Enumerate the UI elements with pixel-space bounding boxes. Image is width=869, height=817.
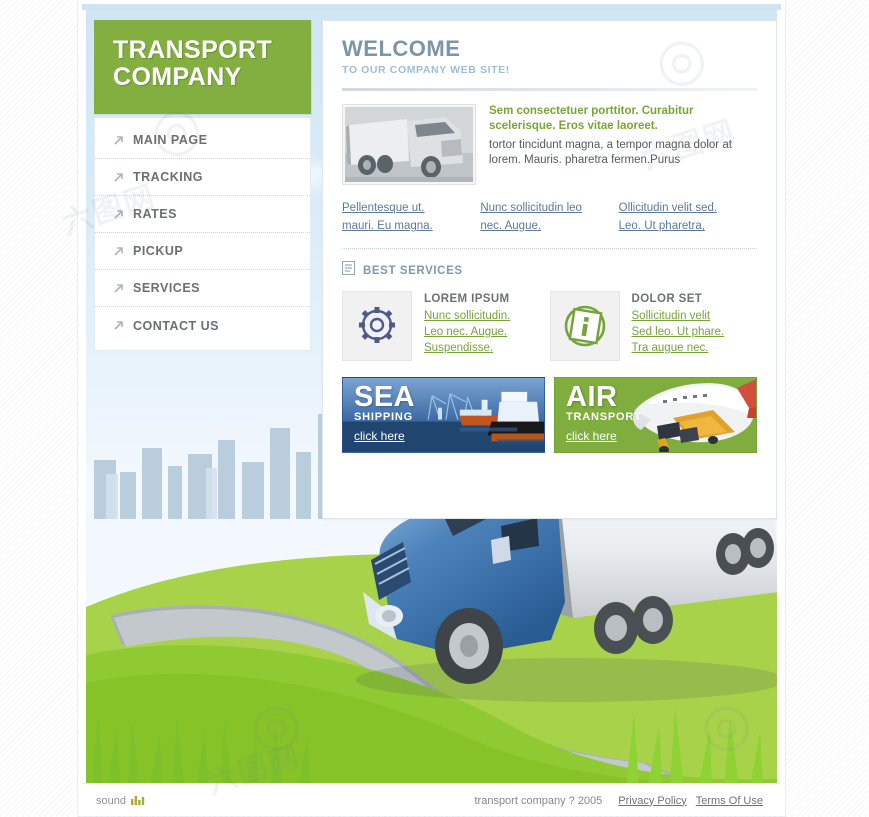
sidebar-item-contact-us[interactable]: CONTACT US — [95, 307, 310, 344]
sidebar-item-label: SERVICES — [133, 281, 200, 295]
footer-link-privacy-policy[interactable]: Privacy Policy — [618, 795, 686, 807]
main-navigation: MAIN PAGE TRACKING RATES PICKUP SERVICES… — [94, 118, 311, 351]
divider — [342, 248, 757, 249]
document-icon — [342, 261, 355, 280]
service-link[interactable]: Sollicitudin velit — [632, 308, 725, 324]
info-icon — [549, 291, 620, 361]
footer-meta: transport company ? 2005 Privacy Policy … — [474, 795, 763, 807]
quick-link[interactable]: Pellentesque ut. — [342, 199, 480, 217]
arrow-up-right-icon — [113, 172, 124, 183]
banner-headline: SEA — [354, 381, 416, 413]
service-link[interactable]: Leo nec. Augue. — [424, 324, 510, 340]
banner-air-transport[interactable]: AIR TRANSPORT click here — [554, 377, 757, 453]
banner-subhead: SHIPPING — [354, 411, 413, 423]
divider — [342, 88, 757, 91]
sound-toggle[interactable]: sound — [96, 792, 145, 810]
arrow-up-right-icon — [113, 135, 124, 146]
site-page: TRANSPORT COMPANY MAIN PAGE TRACKING RAT… — [82, 4, 781, 783]
equalizer-icon — [130, 792, 145, 810]
sidebar-item-label: MAIN PAGE — [133, 133, 208, 147]
sidebar-item-label: RATES — [133, 207, 177, 221]
banner-cta-link[interactable]: click here — [566, 429, 617, 443]
brand-line-2: COMPANY — [113, 63, 242, 91]
banner-text: AIR TRANSPORT click here — [566, 382, 642, 445]
site-brand: TRANSPORT COMPANY — [94, 20, 311, 114]
article-body: tortor tincidunt magna, a tempor magna d… — [489, 139, 732, 166]
gear-icon — [342, 291, 412, 361]
arrow-up-right-icon — [113, 320, 124, 331]
service-link[interactable]: Tra augue nec. — [632, 340, 725, 356]
banner-cta-link[interactable]: click here — [354, 429, 405, 443]
intro-article: Sem consectetuer porttitor. Curabitur sc… — [342, 104, 757, 185]
site-footer: sound transport company ? 2005 Privacy P… — [82, 783, 781, 816]
quick-link[interactable]: Ollicitudin velit sed. — [619, 199, 757, 217]
link-column: Nunc sollicitudin leo nec. Augue. — [480, 199, 618, 235]
article-text: Sem consectetuer porttitor. Curabitur sc… — [489, 104, 757, 185]
brand-line-1: TRANSPORT — [113, 36, 273, 64]
service-body: LOREM IPSUM Nunc sollicitudin. Leo nec. … — [424, 291, 510, 361]
service-title: LOREM IPSUM — [424, 293, 510, 305]
best-services-title: BEST SERVICES — [363, 264, 463, 277]
link-column: Ollicitudin velit sed. Leo. Ut pharetra, — [619, 199, 757, 235]
quick-link[interactable]: Leo. Ut pharetra, — [619, 217, 757, 235]
service-body: DOLOR SET Sollicitudin velit Sed leo. Ut… — [632, 291, 725, 361]
sidebar-item-rates[interactable]: RATES — [95, 196, 310, 233]
article-headline: Sem consectetuer porttitor. Curabitur sc… — [489, 105, 694, 132]
arrow-up-right-icon — [113, 209, 124, 220]
link-column: Pellentesque ut. mauri. Eu magna. — [342, 199, 480, 235]
sidebar-item-label: PICKUP — [133, 244, 184, 258]
banner-headline: AIR — [566, 381, 618, 413]
service-link[interactable]: Sed leo. Ut phare. — [632, 324, 725, 340]
page-title: TRANSPORT COMPANY — [94, 20, 311, 91]
service-link[interactable]: Suspendisse. — [424, 340, 510, 356]
banner-sea-shipping[interactable]: SEA SHIPPING click here — [342, 377, 545, 453]
banner-text: SEA SHIPPING click here — [354, 382, 415, 445]
welcome-heading: WELCOME — [342, 36, 461, 61]
sound-label: sound — [96, 794, 126, 807]
service-item-lorem-ipsum: LOREM IPSUM Nunc sollicitudin. Leo nec. … — [342, 291, 550, 361]
sidebar-item-main-page[interactable]: MAIN PAGE — [95, 122, 310, 159]
banner-subhead: TRANSPORT — [566, 411, 642, 423]
main-content-panel: WELCOME TO OUR COMPANY WEB SITE! Sem con… — [322, 20, 777, 519]
service-title: DOLOR SET — [631, 293, 703, 305]
quick-link[interactable]: Nunc sollicitudin leo — [480, 199, 618, 217]
sidebar-item-pickup[interactable]: PICKUP — [95, 233, 310, 270]
services-list: LOREM IPSUM Nunc sollicitudin. Leo nec. … — [342, 291, 757, 361]
sidebar-item-services[interactable]: SERVICES — [95, 270, 310, 307]
quick-link[interactable]: nec. Augue. — [480, 217, 618, 235]
best-services-header: BEST SERVICES — [342, 261, 757, 280]
service-link[interactable]: Nunc sollicitudin. — [424, 308, 510, 324]
promo-banners: SEA SHIPPING click here AIR TRANSPORT cl… — [342, 377, 757, 453]
service-item-dolor-set: DOLOR SET Sollicitudin velit Sed leo. Ut… — [549, 291, 758, 361]
footer-link-terms-of-use[interactable]: Terms Of Use — [696, 795, 763, 807]
quick-link[interactable]: mauri. Eu magna. — [342, 217, 480, 235]
sidebar-item-label: TRACKING — [133, 170, 203, 184]
sidebar-item-tracking[interactable]: TRACKING — [95, 159, 310, 196]
arrow-up-right-icon — [113, 246, 124, 257]
site-page-frame: TRANSPORT COMPANY MAIN PAGE TRACKING RAT… — [78, 0, 785, 816]
welcome-subheading: TO OUR COMPANY WEB SITE! — [342, 64, 510, 76]
copyright-text: transport company ? 2005 — [474, 794, 603, 807]
arrow-up-right-icon — [113, 283, 124, 294]
quick-links-row: Pellentesque ut. mauri. Eu magna. Nunc s… — [342, 199, 757, 235]
sidebar-item-label: CONTACT US — [133, 318, 220, 333]
truck-thumbnail-image — [342, 104, 476, 185]
